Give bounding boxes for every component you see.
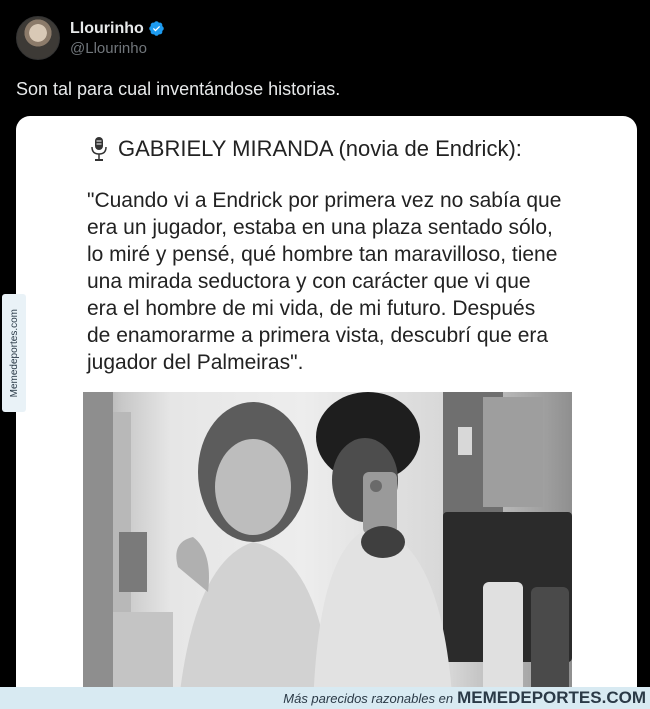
footer-watermark-text: Más parecidos razonables en — [283, 690, 454, 706]
side-watermark-text: Memedeportes.com — [8, 308, 20, 398]
quote-text: "Cuando vi a Endrick por primera vez no … — [87, 187, 587, 376]
card-title-text: GABRIELY MIRANDA (novia de Endrick): — [118, 136, 522, 161]
author-handle[interactable]: @Llourinho — [70, 40, 165, 57]
quote-line: de enamorarme a primera vista, descubrí … — [87, 324, 549, 347]
footer-watermark-brand[interactable]: MEMEDEPORTES.COM — [457, 688, 646, 708]
footer-watermark: Más parecidos razonables en MEMEDEPORTES… — [0, 687, 650, 709]
microphone-icon — [91, 137, 107, 161]
quote-line: una mirada seductora y con carácter que … — [87, 270, 531, 293]
tweet-header: Llourinho @Llourinho — [16, 14, 165, 62]
quote-line: era un jugador, estaba en una plaza sent… — [87, 216, 553, 239]
tweet-text: Son tal para cual inventándose historias… — [16, 79, 341, 99]
quote-line: era el hombre de mi vida, de mi futuro. … — [87, 297, 536, 320]
author-avatar[interactable] — [16, 16, 60, 60]
quote-line: lo miré y pensé, qué hombre tan maravill… — [87, 243, 558, 266]
media-card[interactable]: GABRIELY MIRANDA (novia de Endrick): "Cu… — [16, 116, 637, 709]
author-display-name[interactable]: Llourinho — [70, 20, 144, 38]
photo-illustration — [83, 392, 572, 709]
couple-selfie-photo — [83, 392, 572, 709]
side-watermark: Memedeportes.com — [2, 294, 26, 412]
author-names: Llourinho @Llourinho — [70, 20, 165, 57]
name-row: Llourinho — [70, 20, 165, 38]
card-title: GABRIELY MIRANDA (novia de Endrick): — [90, 136, 522, 162]
verified-badge-icon — [149, 21, 164, 36]
quote-line: jugador del Palmeiras". — [87, 351, 304, 374]
quote-line: "Cuando vi a Endrick por primera vez no … — [87, 189, 562, 212]
